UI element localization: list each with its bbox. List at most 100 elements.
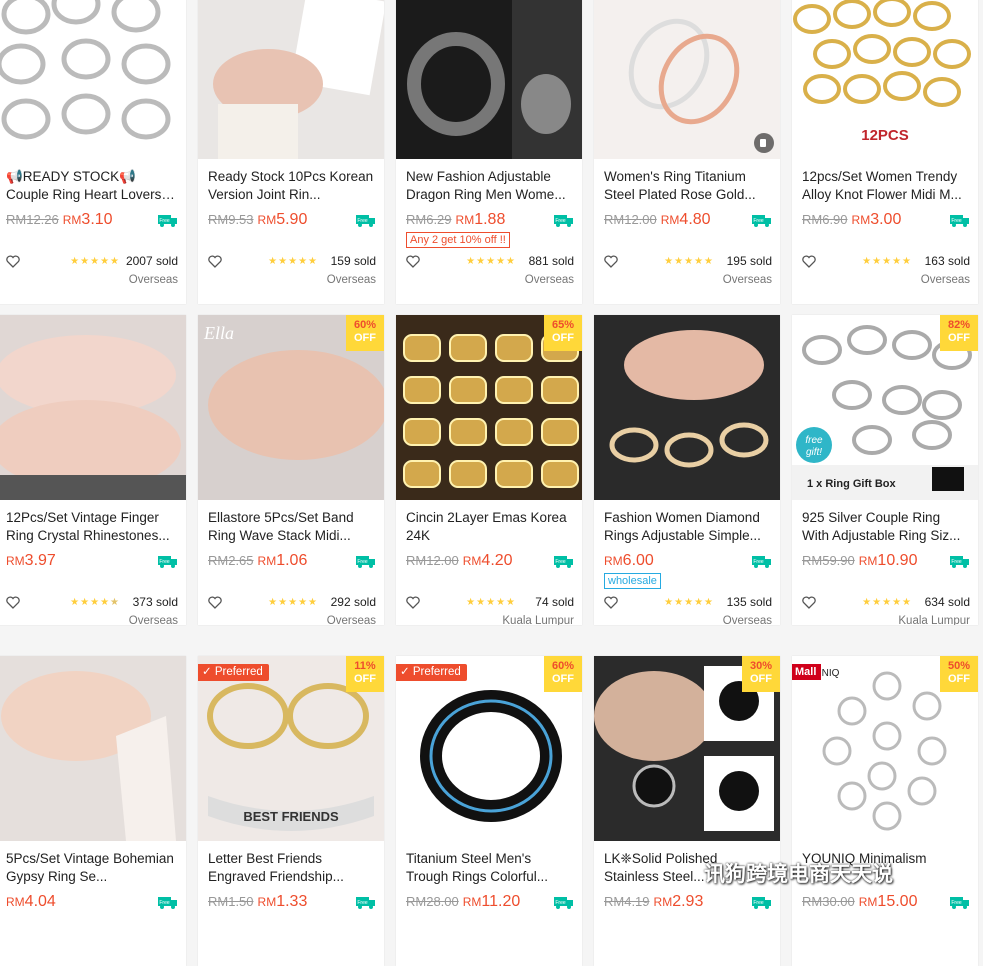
product-title[interactable]: Ready Stock 10Pcs Korean Version Joint R… [208, 168, 376, 204]
heart-outline-icon[interactable] [802, 255, 816, 268]
product-title[interactable]: Cincin 2Layer Emas Korea 24K [406, 509, 574, 545]
star-rating: ★★★★★ [862, 256, 912, 267]
product-title[interactable]: 925 Silver Couple Ring With Adjustable R… [802, 509, 970, 545]
original-price: RM6.29 [406, 212, 452, 227]
shop-location: Overseas [326, 274, 376, 286]
product-card[interactable]: 60% OFF ✓ Preferred Titanium Steel Men's Tr… [396, 656, 582, 966]
svg-text:Free: Free [159, 559, 170, 565]
sale-price: RM15.00 [858, 893, 918, 910]
sold-count: 74 sold [535, 595, 574, 609]
heart-outline-icon[interactable] [406, 596, 420, 609]
free-shipping-truck-icon: Free [554, 214, 574, 227]
sale-price: RM11.20 [462, 893, 521, 910]
product-title[interactable]: Women's Ring Titanium Steel Plated Rose … [604, 168, 772, 204]
sale-price: RM5.90 [257, 211, 308, 228]
product-image[interactable]: 12PCS [792, 0, 978, 159]
product-card[interactable]: Fashion Women Diamond Rings Adjustable S… [594, 315, 780, 625]
original-price: RM2.65 [208, 553, 254, 568]
svg-text:Free: Free [951, 559, 962, 565]
product-title[interactable]: New Fashion Adjustable Dragon Ring Men W… [406, 168, 574, 204]
product-title[interactable]: 12Pcs/Set Vintage Finger Ring Crystal Rh… [6, 509, 178, 545]
meta-row: ★★★★★ 74 sold [406, 595, 574, 611]
free-shipping-truck-icon: Free [356, 555, 376, 568]
product-image[interactable] [0, 0, 186, 159]
sale-price: RM4.80 [660, 211, 711, 228]
product-card[interactable]: Ella 60% OFF Ellastore 5Pcs/Set Band Ring W… [198, 315, 384, 625]
sale-price: RM3.97 [6, 552, 56, 569]
product-card[interactable]: Women's Ring Titanium Steel Plated Rose … [594, 0, 780, 304]
product-image[interactable] [396, 0, 582, 159]
product-image[interactable] [198, 0, 384, 159]
heart-outline-icon[interactable] [406, 255, 420, 268]
product-image[interactable] [594, 0, 780, 159]
product-card[interactable]: New Fashion Adjustable Dragon Ring Men W… [396, 0, 582, 304]
heart-outline-icon[interactable] [604, 255, 618, 268]
product-card[interactable]: 65% OFF Cincin 2Layer Emas Korea 24K RM12.0… [396, 315, 582, 625]
heart-outline-icon[interactable] [208, 255, 222, 268]
sale-price: RM1.88 [455, 211, 506, 228]
product-card[interactable]: 30% OFF LK❈Solid Polished Stainless Steel.… [594, 656, 780, 966]
star-rating: ★★★★★ [268, 597, 318, 608]
svg-text:BEST FRIENDS: BEST FRIENDS [243, 809, 339, 824]
shop-location: Overseas [128, 274, 178, 286]
price-row: RM3.97 Free [6, 552, 178, 572]
original-price: RM9.53 [208, 212, 254, 227]
watermark-text: 讯狗跨境电商天天说 [704, 863, 893, 886]
shop-location: Overseas [920, 274, 970, 286]
heart-outline-icon[interactable] [208, 596, 222, 609]
heart-outline-icon[interactable] [6, 255, 20, 268]
product-card[interactable]: YOUNIQ50%OFFMallYOUNIQ MinimalismRM30.00… [792, 656, 978, 966]
heart-outline-icon[interactable] [6, 596, 20, 609]
meta-row: ★★★★★ 373 sold [6, 595, 178, 611]
product-image[interactable] [0, 656, 186, 841]
product-title[interactable]: 12pcs/Set Women Trendy Alloy Knot Flower… [802, 168, 970, 204]
svg-text:Free: Free [357, 559, 368, 565]
discount-badge: 60% OFF [346, 315, 384, 351]
star-rating: ★★★★★ [466, 256, 516, 267]
product-title[interactable]: 5Pcs/Set Vintage Bohemian Gypsy Ring Se.… [6, 850, 178, 886]
product-image[interactable] [0, 315, 186, 500]
svg-text:1 x Ring Gift Box: 1 x Ring Gift Box [807, 478, 897, 490]
svg-text:gift!: gift! [806, 447, 822, 458]
price-row: RM2.65 RM1.06 Free [208, 552, 376, 572]
product-title[interactable]: 📢READY STOCK📢 Couple Ring Heart Lovers 9… [6, 168, 178, 204]
svg-text:Free: Free [159, 900, 170, 906]
free-shipping-truck-icon: Free [950, 555, 970, 568]
product-card[interactable]: 12PCS 12pcs/Set Women Trendy Alloy Knot F… [792, 0, 978, 304]
heart-outline-icon[interactable] [802, 596, 816, 609]
svg-text:Free: Free [357, 218, 368, 224]
svg-text:Free: Free [555, 900, 566, 906]
product-card[interactable]: free gift! 1 x Ring Gift Box 82% OFF 925 Silv… [792, 315, 978, 625]
product-title[interactable]: Titanium Steel Men's Trough Rings Colorf… [406, 850, 574, 886]
product-title[interactable]: Letter Best Friends Engraved Friendship.… [208, 850, 376, 886]
sold-count: 292 sold [330, 595, 376, 609]
meta-row: ★★★★★ 2007 sold [6, 254, 178, 270]
free-shipping-truck-icon: Free [950, 214, 970, 227]
star-rating: ★★★★★ [664, 256, 714, 267]
product-title[interactable]: Ellastore 5Pcs/Set Band Ring Wave Stack … [208, 509, 376, 545]
meta-row: ★★★★★ 634 sold [802, 595, 970, 611]
video-camera-icon [754, 133, 774, 153]
product-card[interactable]: 5Pcs/Set Vintage Bohemian Gypsy Ring Se.… [0, 656, 186, 966]
product-card[interactable]: Ready Stock 10Pcs Korean Version Joint R… [198, 0, 384, 304]
sold-count: 881 sold [528, 254, 574, 268]
product-title[interactable]: Fashion Women Diamond Rings Adjustable S… [604, 509, 772, 545]
sold-count: 195 sold [726, 254, 772, 268]
free-shipping-truck-icon: Free [356, 214, 376, 227]
svg-text:Free: Free [753, 559, 764, 565]
product-image[interactable] [594, 315, 780, 500]
product-card[interactable]: 📢READY STOCK📢 Couple Ring Heart Lovers 9… [0, 0, 186, 304]
heart-outline-icon[interactable] [604, 596, 618, 609]
product-card[interactable]: BEST FRIENDS 11% OFF ✓ Preferred Letter Best… [198, 656, 384, 966]
discount-badge: 11% OFF [346, 656, 384, 692]
svg-text:Free: Free [357, 900, 368, 906]
sold-count: 163 sold [924, 254, 970, 268]
image-caption: 12PCS [861, 127, 909, 144]
mall-badge: Mall [792, 664, 822, 680]
price-row: RM12.26 RM3.10 Free [6, 211, 178, 231]
sale-price: RM4.04 [6, 893, 56, 910]
original-price: RM12.00 [406, 553, 459, 568]
svg-text:Free: Free [555, 559, 566, 565]
shop-location: Overseas [722, 274, 772, 286]
product-card[interactable]: 12Pcs/Set Vintage Finger Ring Crystal Rh… [0, 315, 186, 625]
